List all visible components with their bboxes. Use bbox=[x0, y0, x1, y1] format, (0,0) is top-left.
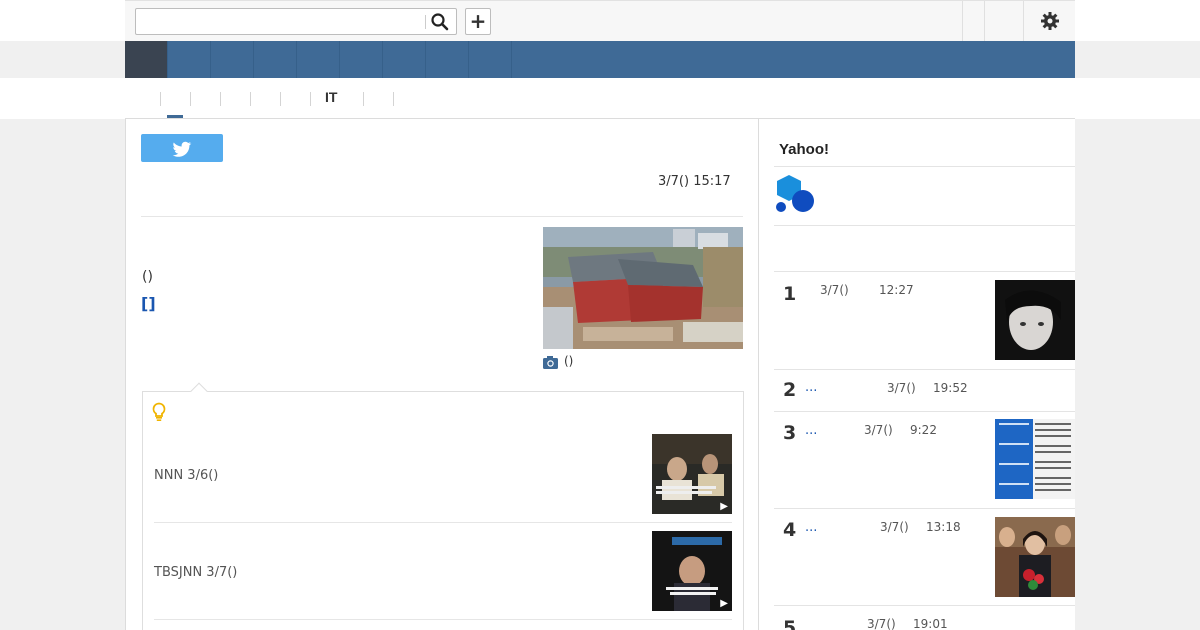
plus-icon: + bbox=[469, 9, 487, 33]
settings-button[interactable] bbox=[1040, 11, 1060, 31]
twitter-icon bbox=[172, 141, 192, 157]
nav-tab[interactable] bbox=[254, 41, 297, 78]
divider bbox=[774, 225, 1075, 226]
sub-nav-divider bbox=[310, 92, 311, 106]
ranking-title-link[interactable]: ... bbox=[805, 380, 817, 395]
ranking-item[interactable]: 1 3/7() 12:27 bbox=[774, 271, 1075, 369]
nav-tab[interactable] bbox=[297, 41, 340, 78]
sub-nav-divider bbox=[363, 92, 364, 106]
ranking-number: 3 bbox=[783, 422, 797, 444]
search-divider bbox=[425, 15, 426, 29]
article-photo-image bbox=[543, 227, 743, 349]
category-nav bbox=[125, 41, 1075, 78]
twitter-share-button[interactable] bbox=[141, 134, 223, 162]
add-button[interactable]: + bbox=[465, 8, 491, 35]
divider bbox=[154, 619, 732, 620]
search-icon bbox=[431, 13, 449, 31]
ranking-title-link[interactable]: ... bbox=[805, 520, 817, 535]
ranking-number: 1 bbox=[783, 283, 797, 305]
divider bbox=[774, 166, 1075, 167]
ranking-time: 12:27 bbox=[879, 283, 914, 297]
nav-tab-home[interactable] bbox=[125, 41, 168, 78]
search-button[interactable] bbox=[430, 12, 452, 32]
top-bar-divider bbox=[962, 1, 963, 41]
nav-tab[interactable] bbox=[340, 41, 383, 78]
nav-tab[interactable] bbox=[211, 41, 254, 78]
gear-icon bbox=[1041, 12, 1059, 30]
related-box-notch bbox=[190, 382, 208, 400]
ranking-date: 3/7() bbox=[864, 423, 893, 437]
sub-nav-divider bbox=[160, 92, 161, 106]
top-bar-divider bbox=[984, 1, 985, 41]
ranking-thumbnail-image bbox=[995, 280, 1075, 360]
article-link[interactable]: [] bbox=[141, 294, 156, 313]
sub-nav-item-it[interactable]: IT bbox=[325, 89, 337, 105]
ranking-item[interactable]: 2 ... 3/7() 19:52 bbox=[774, 369, 1075, 411]
ranking-number: 5 bbox=[783, 617, 797, 630]
sub-nav-divider bbox=[250, 92, 251, 106]
ranking-item[interactable]: 3 ... 3/7() 9:22 bbox=[774, 411, 1075, 508]
search-input[interactable] bbox=[138, 11, 424, 32]
ranking-time: 13:18 bbox=[926, 520, 961, 534]
sub-nav-divider bbox=[393, 92, 394, 106]
nav-tab[interactable] bbox=[426, 41, 469, 78]
nav-tab[interactable] bbox=[383, 41, 426, 78]
ranking-date: 3/7() bbox=[880, 520, 909, 534]
ranking-time: 9:22 bbox=[910, 423, 937, 437]
ranking-number: 2 bbox=[783, 379, 797, 401]
ranking-item[interactable]: 4 ... 3/7() 13:18 bbox=[774, 508, 1075, 605]
article-column: 3/7() 15:17 () [] () NNN 3/6() ▶ TBSJNN … bbox=[125, 118, 759, 630]
related-item-thumbnail[interactable]: ▶ bbox=[652, 434, 732, 514]
divider bbox=[141, 216, 743, 217]
play-icon: ▶ bbox=[720, 598, 728, 609]
play-icon: ▶ bbox=[720, 501, 728, 512]
nav-tab[interactable] bbox=[168, 41, 211, 78]
top-bar-inner: + bbox=[125, 0, 1075, 41]
sub-nav: IT bbox=[0, 78, 1200, 119]
ranking-thumbnail[interactable] bbox=[995, 280, 1075, 360]
sub-nav-divider bbox=[280, 92, 281, 106]
related-item-thumbnail[interactable]: ▶ bbox=[652, 531, 732, 611]
lightbulb-icon bbox=[152, 402, 166, 421]
photo-caption: () bbox=[564, 354, 574, 368]
ranking-thumbnail[interactable] bbox=[995, 517, 1075, 597]
top-bar-divider bbox=[1023, 1, 1024, 41]
article-source: () bbox=[142, 269, 153, 285]
related-item-source: TBSJNN 3/7() bbox=[154, 565, 238, 580]
ranking-number: 4 bbox=[783, 519, 797, 541]
ranking-thumbnail[interactable] bbox=[995, 419, 1075, 499]
nav-tab[interactable] bbox=[469, 41, 512, 78]
ranking-item[interactable]: 5 3/7() 19:01 bbox=[774, 605, 1075, 630]
ranking-date: 3/7() bbox=[820, 283, 849, 297]
article-date: 3/7() 15:17 bbox=[658, 174, 731, 189]
related-item[interactable]: NNN 3/6() ▶ bbox=[154, 434, 732, 522]
related-item-source: NNN 3/6() bbox=[154, 468, 219, 483]
sub-nav-divider bbox=[190, 92, 191, 106]
related-news-box: NNN 3/6() ▶ TBSJNN 3/7() ▶ bbox=[142, 382, 744, 630]
ranking-thumbnail-image bbox=[995, 517, 1075, 597]
divider bbox=[154, 522, 732, 523]
hexagon-logo-icon bbox=[776, 175, 814, 212]
ranking-time: 19:52 bbox=[933, 381, 968, 395]
sidebar-title: Yahoo! bbox=[779, 141, 830, 158]
sidebar: Yahoo! 1 3/7() 12:27 2 ... 3/7() 19:52 3… bbox=[759, 118, 1075, 630]
ranking-date: 3/7() bbox=[867, 617, 896, 630]
search-box bbox=[135, 8, 457, 35]
ranking-title-link[interactable]: ... bbox=[805, 423, 817, 438]
top-bar: + bbox=[0, 0, 1200, 41]
sub-nav-divider bbox=[220, 92, 221, 106]
camera-icon bbox=[543, 356, 558, 369]
ranking-date: 3/7() bbox=[887, 381, 916, 395]
ranking-thumbnail-image bbox=[995, 419, 1075, 499]
ranking-time: 19:01 bbox=[913, 617, 948, 630]
related-item[interactable]: TBSJNN 3/7() ▶ bbox=[154, 531, 732, 619]
article-photo[interactable] bbox=[543, 227, 743, 349]
